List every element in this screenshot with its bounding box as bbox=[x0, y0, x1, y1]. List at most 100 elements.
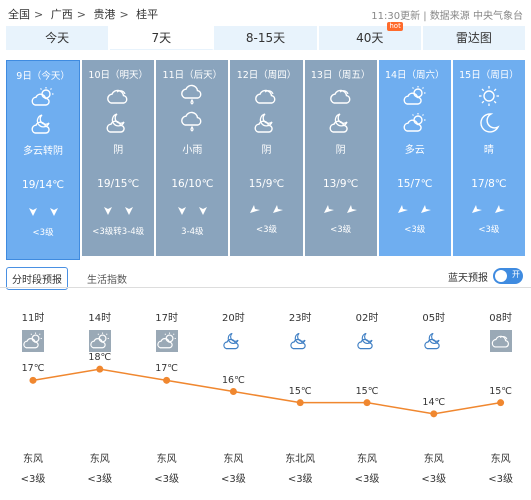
breadcrumb: 全国 > 广西 > 贵港 > 桂平 bbox=[8, 6, 162, 22]
hour-wind: 东风 bbox=[490, 454, 511, 465]
rain-icon bbox=[156, 84, 228, 108]
day-temperature: 13/9℃ bbox=[322, 178, 359, 190]
moon-icon bbox=[453, 111, 525, 135]
cloudy-night-icon bbox=[82, 111, 154, 135]
temperature-point bbox=[430, 410, 438, 418]
hour-time: 08时 bbox=[489, 313, 512, 324]
hour-time: 23时 bbox=[288, 313, 312, 324]
temperature-point bbox=[497, 399, 505, 407]
partly-cloudy-icon bbox=[155, 330, 178, 352]
breadcrumb-item[interactable]: 广西 bbox=[51, 8, 73, 21]
hour-wind: 东风 bbox=[357, 454, 377, 465]
temperature-point bbox=[96, 365, 104, 373]
hourly-slot: 11时 东风 <3级 bbox=[3, 300, 63, 485]
day-card[interactable]: 12日（周四） 阴 15/9℃ <3级 bbox=[230, 60, 303, 256]
hour-time: 11时 bbox=[21, 313, 45, 324]
hour-wind-level: <3级 bbox=[20, 474, 46, 485]
update-info: 11:30更新 | 数据来源 中央气象台 bbox=[371, 11, 523, 22]
tab-radar[interactable]: 雷达图 bbox=[423, 26, 525, 50]
temperature-point bbox=[163, 376, 171, 384]
hour-temp-label: 15℃ bbox=[355, 385, 379, 397]
tab-8-15day[interactable]: 8-15天 bbox=[214, 26, 319, 50]
partly-cloudy-icon bbox=[379, 84, 451, 108]
cloudy-night-icon bbox=[289, 330, 311, 352]
tab-label: 8-15天 bbox=[245, 31, 286, 45]
day-card[interactable]: 11日（后天） 小雨 16/10℃ 3-4级 bbox=[156, 60, 229, 256]
wind-direction-icon bbox=[156, 204, 228, 219]
cloudy-icon bbox=[489, 330, 512, 352]
tab-7day[interactable]: 7天 bbox=[110, 26, 215, 50]
seven-day-forecast: 9日（今天） 多云转阴 19/14℃ <3级 10日（明天） 阴 19/15℃ … bbox=[6, 60, 525, 260]
data-source: 数据来源 中央气象台 bbox=[429, 11, 523, 22]
toggle-state: 开 bbox=[512, 270, 520, 279]
hot-badge: hot bbox=[387, 22, 403, 31]
day-date: 13日（周五） bbox=[310, 70, 371, 81]
hour-temp-label: 17℃ bbox=[21, 363, 45, 375]
blue-sky-toggle-wrap: 蓝天预报 开 bbox=[448, 268, 523, 284]
wind-direction-icon bbox=[82, 204, 154, 219]
hour-time: 05时 bbox=[422, 313, 446, 324]
tab-label: 40天 bbox=[356, 31, 384, 45]
hour-wind: 东风 bbox=[89, 454, 110, 465]
tab-label: 7天 bbox=[151, 31, 172, 45]
day-temperature: 16/10℃ bbox=[171, 178, 214, 190]
hour-temp-label: 17℃ bbox=[155, 363, 178, 375]
cloudy-night-icon bbox=[222, 330, 244, 352]
wind-level: 3-4级 bbox=[181, 227, 204, 237]
day-date: 9日（今天） bbox=[16, 71, 70, 82]
blue-sky-label: 蓝天预报 bbox=[448, 272, 488, 284]
wind-level: <3级转3-4级 bbox=[92, 227, 145, 237]
hour-wind-level: <3级 bbox=[154, 474, 179, 485]
day-card[interactable]: 9日（今天） 多云转阴 19/14℃ <3级 bbox=[6, 60, 81, 260]
day-card[interactable]: 13日（周五） 阴 13/9℃ <3级 bbox=[304, 60, 377, 256]
day-date: 14日（周六） bbox=[384, 70, 445, 81]
day-card[interactable]: 10日（明天） 阴 19/15℃ <3级转3-4级 bbox=[82, 60, 155, 256]
cloudy-icon bbox=[82, 84, 154, 108]
update-time: 11:30更新 bbox=[371, 11, 421, 22]
day-card[interactable]: 14日（周六） 多云 15/7℃ <3级 bbox=[378, 60, 451, 256]
hour-wind-level: <3级 bbox=[421, 474, 447, 485]
cloudy-icon bbox=[305, 84, 377, 108]
wind-level: <3级 bbox=[32, 228, 54, 238]
breadcrumb-item[interactable]: 桂平 bbox=[136, 8, 158, 21]
temperature-point bbox=[29, 376, 37, 384]
wind-direction-icon bbox=[379, 204, 451, 217]
hour-time: 02时 bbox=[355, 313, 379, 324]
hourly-slot: 14时 东风 <3级 bbox=[70, 300, 130, 485]
partly-cloudy-icon bbox=[88, 330, 111, 352]
hour-wind-level: <3级 bbox=[87, 474, 113, 485]
day-condition: 阴 bbox=[261, 145, 272, 156]
day-condition: 晴 bbox=[483, 145, 494, 156]
hourly-slot: 05时 东风 <3级 bbox=[404, 300, 464, 485]
day-condition: 多云转阴 bbox=[23, 146, 64, 157]
blue-sky-toggle[interactable]: 开 bbox=[493, 268, 523, 284]
hour-wind: 东风 bbox=[423, 454, 444, 465]
day-condition: 小雨 bbox=[182, 145, 203, 156]
temperature-point bbox=[363, 399, 371, 407]
toggle-knob bbox=[495, 270, 507, 282]
tab-life-index[interactable]: 生活指数 bbox=[82, 268, 132, 289]
breadcrumb-item[interactable]: 贵港 bbox=[93, 8, 115, 21]
wind-direction-icon bbox=[7, 205, 79, 220]
hourly-slot: 02时 东风 <3级 bbox=[337, 300, 397, 485]
day-temperature: 19/14℃ bbox=[22, 179, 65, 191]
hour-time: 14时 bbox=[88, 313, 112, 324]
wind-level: <3级 bbox=[255, 225, 277, 235]
day-card[interactable]: 15日（周日） 晴 17/8℃ <3级 bbox=[452, 60, 525, 256]
hour-wind-level: <3级 bbox=[221, 474, 246, 485]
forecast-tabs: 今天 7天 8-15天 40天 hot 雷达图 bbox=[6, 22, 525, 50]
tab-label: 雷达图 bbox=[455, 31, 492, 45]
cloudy-night-icon bbox=[356, 330, 378, 352]
rain-icon bbox=[156, 111, 228, 135]
cloudy-night-icon bbox=[7, 112, 79, 136]
breadcrumb-item[interactable]: 全国 bbox=[8, 8, 30, 21]
day-temperature: 15/7℃ bbox=[397, 178, 433, 190]
wind-direction-icon bbox=[305, 204, 377, 217]
cloudy-night-icon bbox=[423, 330, 445, 352]
cloudy-night-icon bbox=[230, 111, 302, 135]
day-condition: 多云 bbox=[404, 145, 425, 156]
tab-today[interactable]: 今天 bbox=[6, 26, 111, 50]
tab-40day[interactable]: 40天 hot bbox=[319, 22, 423, 50]
cloudy-icon bbox=[230, 84, 302, 108]
chevron-right-icon: > bbox=[76, 8, 86, 21]
